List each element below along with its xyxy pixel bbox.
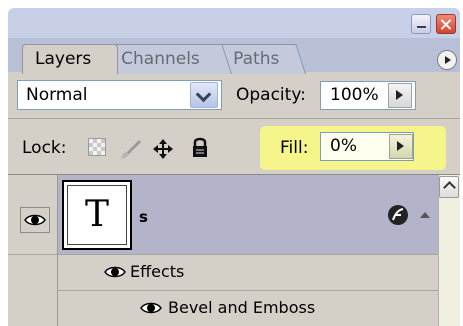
text-layer-thumbnail-letter: T [84,194,109,235]
blend-mode-value: Normal [26,85,88,105]
effects-eye-icon[interactable] [104,265,126,279]
bevel-and-emboss-effect[interactable]: Bevel and Emboss [168,298,315,318]
lock-all-icon[interactable] [191,136,209,158]
divider [8,118,460,119]
minimize-button[interactable] [411,14,431,34]
tab-channels-label: Channels [121,49,200,69]
fill-slider-button[interactable] [389,134,413,159]
effects-expand-toggle-icon[interactable] [420,212,430,218]
tab-layers[interactable]: Layers [22,44,118,74]
layer-effects-icon[interactable] [387,204,409,226]
visibility-column-divider [57,175,58,326]
blend-mode-dropdown-arrow-icon[interactable] [190,82,218,108]
panel-menu-button[interactable] [437,50,457,70]
lock-image-pixels-icon[interactable] [118,138,142,160]
lock-position-icon[interactable] [152,138,174,160]
close-button[interactable] [436,14,456,34]
scroll-up-button[interactable] [439,176,459,198]
tab-paths-label: Paths [233,49,280,69]
row-divider [58,290,438,291]
layers-panel-window: Paths Channels Layers Normal Opacity: 10… [0,0,463,326]
opacity-slider-button[interactable] [388,83,412,108]
lock-label: Lock: [22,138,67,158]
layer-name[interactable]: s [139,206,148,228]
lock-transparent-pixels-icon[interactable] [88,138,106,156]
bevel-eye-icon[interactable] [140,301,162,315]
fill-label: Fill: [280,138,309,158]
effects-label[interactable]: Effects [130,262,184,282]
row-divider [8,254,438,255]
tab-channels[interactable]: Channels [104,44,232,74]
eye-icon [24,214,46,226]
panel-title-bar[interactable] [8,8,460,38]
tab-layers-label: Layers [35,49,92,69]
opacity-label: Opacity: [236,85,306,105]
